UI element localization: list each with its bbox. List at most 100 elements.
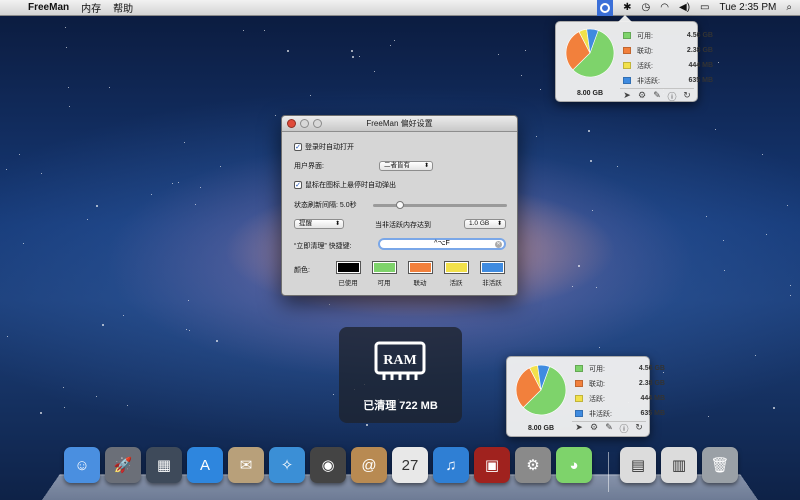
location-arrow-icon[interactable]: ➤ <box>574 422 584 435</box>
refresh-icon[interactable]: ↻ <box>682 90 692 103</box>
legend-name: 活跃: <box>589 395 605 403</box>
color-swatch-2[interactable] <box>372 261 397 274</box>
bluetooth-icon[interactable]: ✱ <box>623 2 631 13</box>
legend-name: 可用: <box>589 365 605 373</box>
wifi-icon[interactable]: ◠ <box>660 2 669 13</box>
threshold-select[interactable]: 1.0 GB ⬍ <box>464 219 506 229</box>
cleanup-hud: RAM 已清理 722 MB <box>339 327 462 423</box>
popover-actions: ➤ ⚙ ✎ ⓘ ↻ <box>622 90 692 103</box>
dock-launchpad-icon[interactable]: 🚀 <box>105 447 141 483</box>
legend-value: 444 MB <box>688 62 713 69</box>
legend-row: 非活跃: 635 MB <box>575 406 665 421</box>
dock-itunes-icon[interactable]: ♫ <box>433 447 469 483</box>
battery-icon[interactable]: ▭ <box>700 2 709 13</box>
prefs-title: FreeMan 偏好设置 <box>366 119 433 128</box>
refresh-interval-row: 状态刷新间隔: 5.0秒 <box>294 200 357 210</box>
dock-finder-icon[interactable]: ☺ <box>64 447 100 483</box>
volume-icon[interactable]: ◀) <box>679 2 690 13</box>
ram-chip-label: RAM <box>383 353 416 368</box>
refresh-slider-knob[interactable] <box>395 201 404 209</box>
color-swatch-4[interactable] <box>444 261 469 274</box>
brush-icon[interactable]: ✎ <box>604 422 614 435</box>
launch-at-login-row[interactable]: ✓ 登录时自动打开 <box>294 142 354 152</box>
refresh-icon[interactable]: ↻ <box>634 422 644 435</box>
dock-downloads-icon[interactable]: ▥ <box>661 447 697 483</box>
legend-value: 444 MB <box>640 395 665 402</box>
dock-mission-control-icon[interactable]: ▦ <box>146 447 182 483</box>
launch-at-login-checkbox[interactable]: ✓ <box>294 143 302 151</box>
colors-label: 颜色: <box>294 267 310 274</box>
legend-row: 可用: 4.56 GB <box>575 361 665 376</box>
dock-contacts-icon[interactable]: @ <box>351 447 387 483</box>
ui-mode-select[interactable]: 二者皆有 ⬍ <box>379 161 433 171</box>
chevron-updown-icon: ⬍ <box>496 221 502 227</box>
freeman-status-icon[interactable] <box>597 0 614 16</box>
threshold-value: 1.0 GB <box>469 220 490 227</box>
color-swatch-3[interactable] <box>408 261 433 274</box>
dock-system-preferences-icon[interactable]: ⚙ <box>515 447 551 483</box>
location-arrow-icon[interactable]: ➤ <box>622 90 632 103</box>
info-icon[interactable]: ⓘ <box>667 90 677 103</box>
dock-calendar-icon[interactable]: 27 <box>392 447 428 483</box>
color-swatch-label: 可用 <box>377 280 391 287</box>
clear-hotkey-icon[interactable]: ✕ <box>495 241 502 248</box>
legend-row: 联动: 2.38 GB <box>623 43 713 58</box>
spotlight-icon[interactable]: ⌕ <box>786 2 792 13</box>
dock-freeman-icon[interactable]: ◕ <box>556 447 592 483</box>
color-swatch-label: 联动 <box>413 280 427 287</box>
launch-at-login-label: 登录时自动打开 <box>305 144 354 151</box>
memory-legend: 可用: 4.56 GB 联动: 2.38 GB 活跃: 444 MB 非活跃: 635 MB <box>623 28 713 88</box>
hotkey-row: “立即清理” 快捷键: <box>294 241 352 251</box>
threshold-label: 当非活跃内存达到 <box>375 222 431 229</box>
dock-trash-icon[interactable]: 🗑 <box>702 447 738 483</box>
refresh-slider-track[interactable] <box>373 204 507 207</box>
hotkey-recorder[interactable]: ^⌥F ✕ <box>378 238 506 250</box>
legend-row: 活跃: 444 MB <box>623 58 713 73</box>
refresh-interval-label: 状态刷新间隔: 5.0秒 <box>294 202 357 209</box>
hover-popup-label: 鼠标在图标上悬停时自动弹出 <box>305 182 396 189</box>
legend-swatch <box>623 62 631 69</box>
legend-value: 2.38 GB <box>638 380 665 387</box>
dock-facetime-icon[interactable]: ◉ <box>310 447 346 483</box>
legend-name: 非活跃: <box>637 77 660 85</box>
alert-action-select[interactable]: 提醒 ⬍ <box>294 219 344 229</box>
legend-row: 非活跃: 635 MB <box>623 73 713 88</box>
dock-safari-icon[interactable]: ✧ <box>269 447 305 483</box>
dock-photo-booth-icon[interactable]: ▣ <box>474 447 510 483</box>
minimize-button[interactable] <box>300 119 309 128</box>
total-memory-label: 8.00 GB <box>527 425 555 432</box>
clock-text[interactable]: Tue 2:35 PM <box>720 2 777 13</box>
info-icon[interactable]: ⓘ <box>619 422 629 435</box>
hover-popup-row[interactable]: ✓ 鼠标在图标上悬停时自动弹出 <box>294 180 396 190</box>
ram-chip-icon: RAM <box>374 341 426 380</box>
menu-memory[interactable]: 内存 <box>81 0 101 15</box>
dock-app-store-icon[interactable]: A <box>187 447 223 483</box>
dock-mail-icon[interactable]: ✉ <box>228 447 264 483</box>
clock-icon[interactable]: ◷ <box>642 2 651 13</box>
gear-icon[interactable]: ⚙ <box>637 90 647 103</box>
color-swatch-label: 非活跃 <box>482 280 502 287</box>
dock-documents-icon[interactable]: ▤ <box>620 447 656 483</box>
brush-icon[interactable]: ✎ <box>652 90 662 103</box>
menu-help[interactable]: 帮助 <box>113 0 133 15</box>
ui-mode-value: 二者皆有 <box>384 162 410 169</box>
gear-icon[interactable]: ⚙ <box>589 422 599 435</box>
preferences-window: FreeMan 偏好设置 ✓ 登录时自动打开 用户界面: 二者皆有 ⬍ ✓ 鼠标… <box>281 115 518 296</box>
colors-row: 颜色: <box>294 265 310 275</box>
memory-legend: 可用: 4.56 GB 联动: 2.38 GB 活跃: 444 MB 非活跃: 635 MB <box>575 361 665 421</box>
zoom-button[interactable] <box>313 119 322 128</box>
hotkey-value: ^⌥F <box>434 240 450 247</box>
legend-value: 635 MB <box>640 410 665 417</box>
close-button[interactable] <box>287 119 296 128</box>
legend-name: 可用: <box>637 32 653 40</box>
legend-swatch <box>575 395 583 402</box>
chevron-updown-icon: ⬍ <box>423 163 429 169</box>
app-menu[interactable]: FreeMan <box>28 2 69 13</box>
color-swatch-5[interactable] <box>480 261 505 274</box>
legend-value: 2.38 GB <box>686 47 713 54</box>
color-swatch-1[interactable] <box>336 261 361 274</box>
legend-row: 活跃: 444 MB <box>575 391 665 406</box>
hover-popup-checkbox[interactable]: ✓ <box>294 181 302 189</box>
prefs-titlebar[interactable]: FreeMan 偏好设置 <box>282 116 517 132</box>
menu-bar: FreeMan 内存 帮助 ✱ ◷ ◠ ◀) ▭ Tue 2:35 PM ⌕ <box>0 0 800 16</box>
